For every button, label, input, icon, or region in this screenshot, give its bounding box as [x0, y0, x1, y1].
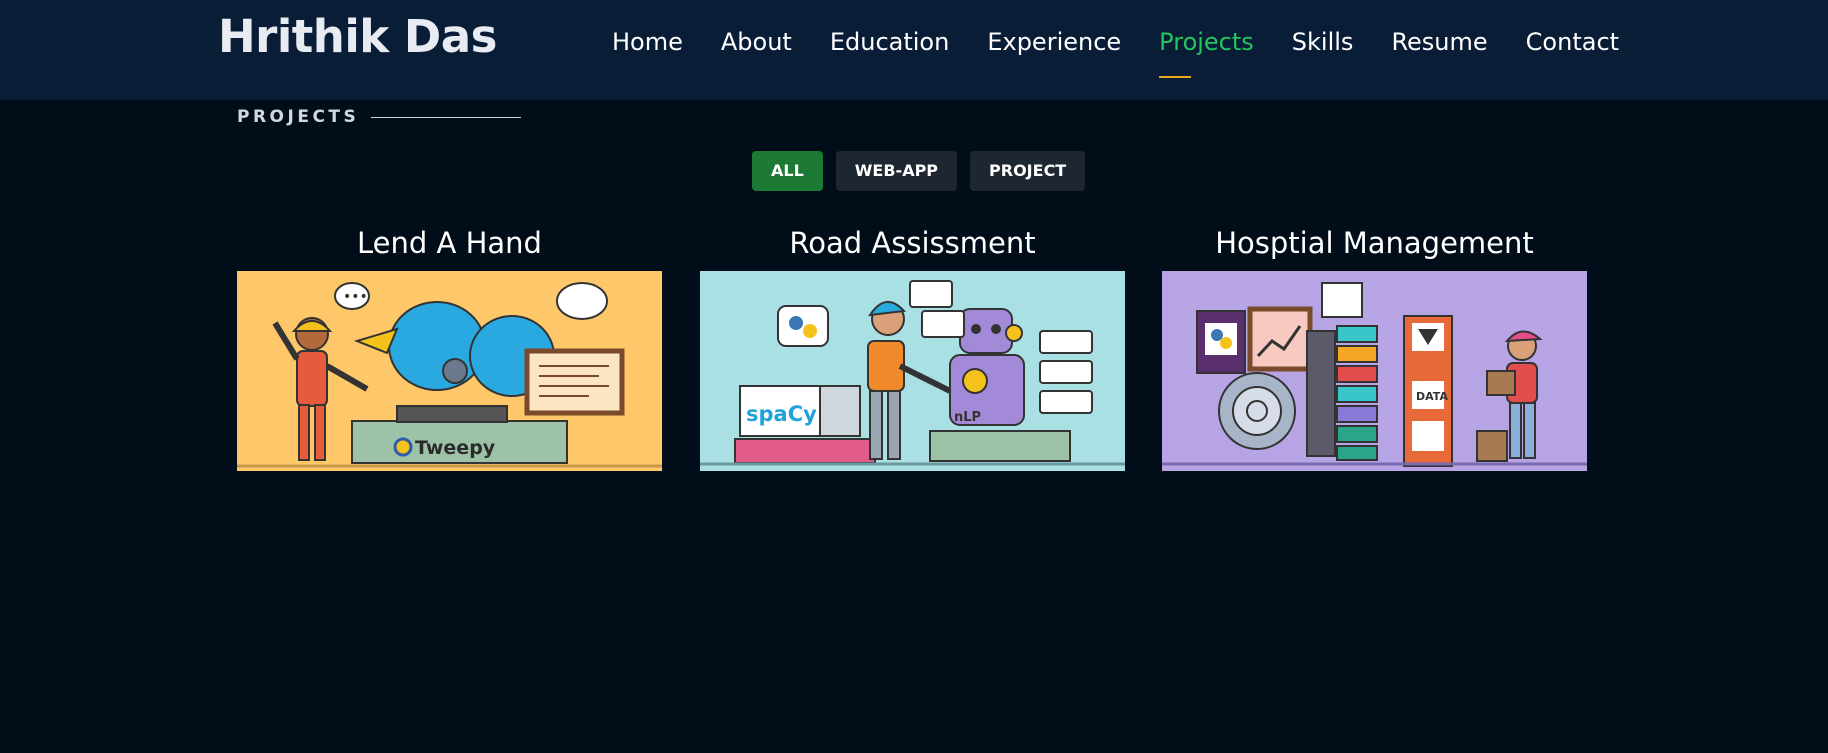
project-image-road-assessment[interactable]: spaCy nLP [700, 271, 1125, 471]
svg-text:DATA: DATA [1416, 390, 1448, 403]
nav-resume[interactable]: Resume [1391, 26, 1487, 66]
nav-home[interactable]: Home [612, 26, 683, 66]
nav-skills[interactable]: Skills [1292, 26, 1354, 66]
nav-projects[interactable]: Projects [1159, 26, 1254, 78]
project-title[interactable]: Lend A Hand [237, 222, 662, 272]
project-image-lend-a-hand[interactable]: ••• Tweepy [237, 271, 662, 471]
main-nav: Home About Education Experience Projects… [612, 26, 1657, 78]
site-logo[interactable]: Hrithik Das [218, 10, 497, 63]
section-title-text: PROJECTS [237, 107, 360, 127]
project-image-hospital-management[interactable]: DATA [1162, 271, 1587, 471]
project-card[interactable]: Lend A Hand ••• Tweepy [237, 222, 662, 471]
section-title-divider [371, 116, 522, 118]
nav-about[interactable]: About [721, 26, 792, 66]
project-title[interactable]: Hosptial Management [1162, 222, 1587, 272]
section-title: PROJECTS [237, 107, 522, 127]
illustration-twitter-bot: ••• Tweepy [237, 271, 662, 471]
nav-contact[interactable]: Contact [1526, 26, 1619, 66]
project-title[interactable]: Road Assissment [700, 222, 1125, 272]
filter-project-button[interactable]: PROJECT [970, 151, 1086, 191]
svg-text:•••: ••• [343, 289, 368, 305]
nav-education[interactable]: Education [830, 26, 949, 66]
svg-text:nLP: nLP [954, 410, 981, 425]
navbar: Hrithik Das Home About Education Experie… [0, 0, 1828, 100]
illustration-nlp-robot: spaCy nLP [700, 271, 1125, 471]
svg-text:spaCy: spaCy [746, 402, 817, 426]
project-filters: ALL WEB-APP PROJECT [752, 151, 1098, 191]
project-card[interactable]: Hosptial Management DATA [1162, 222, 1587, 471]
svg-text:Tweepy: Tweepy [415, 437, 496, 459]
project-card[interactable]: Road Assissment spaCy nLP [700, 222, 1125, 471]
filter-all-button[interactable]: ALL [752, 151, 823, 191]
nav-experience[interactable]: Experience [987, 26, 1121, 66]
illustration-data-center: DATA [1162, 271, 1587, 471]
filter-web-app-button[interactable]: WEB-APP [835, 151, 958, 191]
